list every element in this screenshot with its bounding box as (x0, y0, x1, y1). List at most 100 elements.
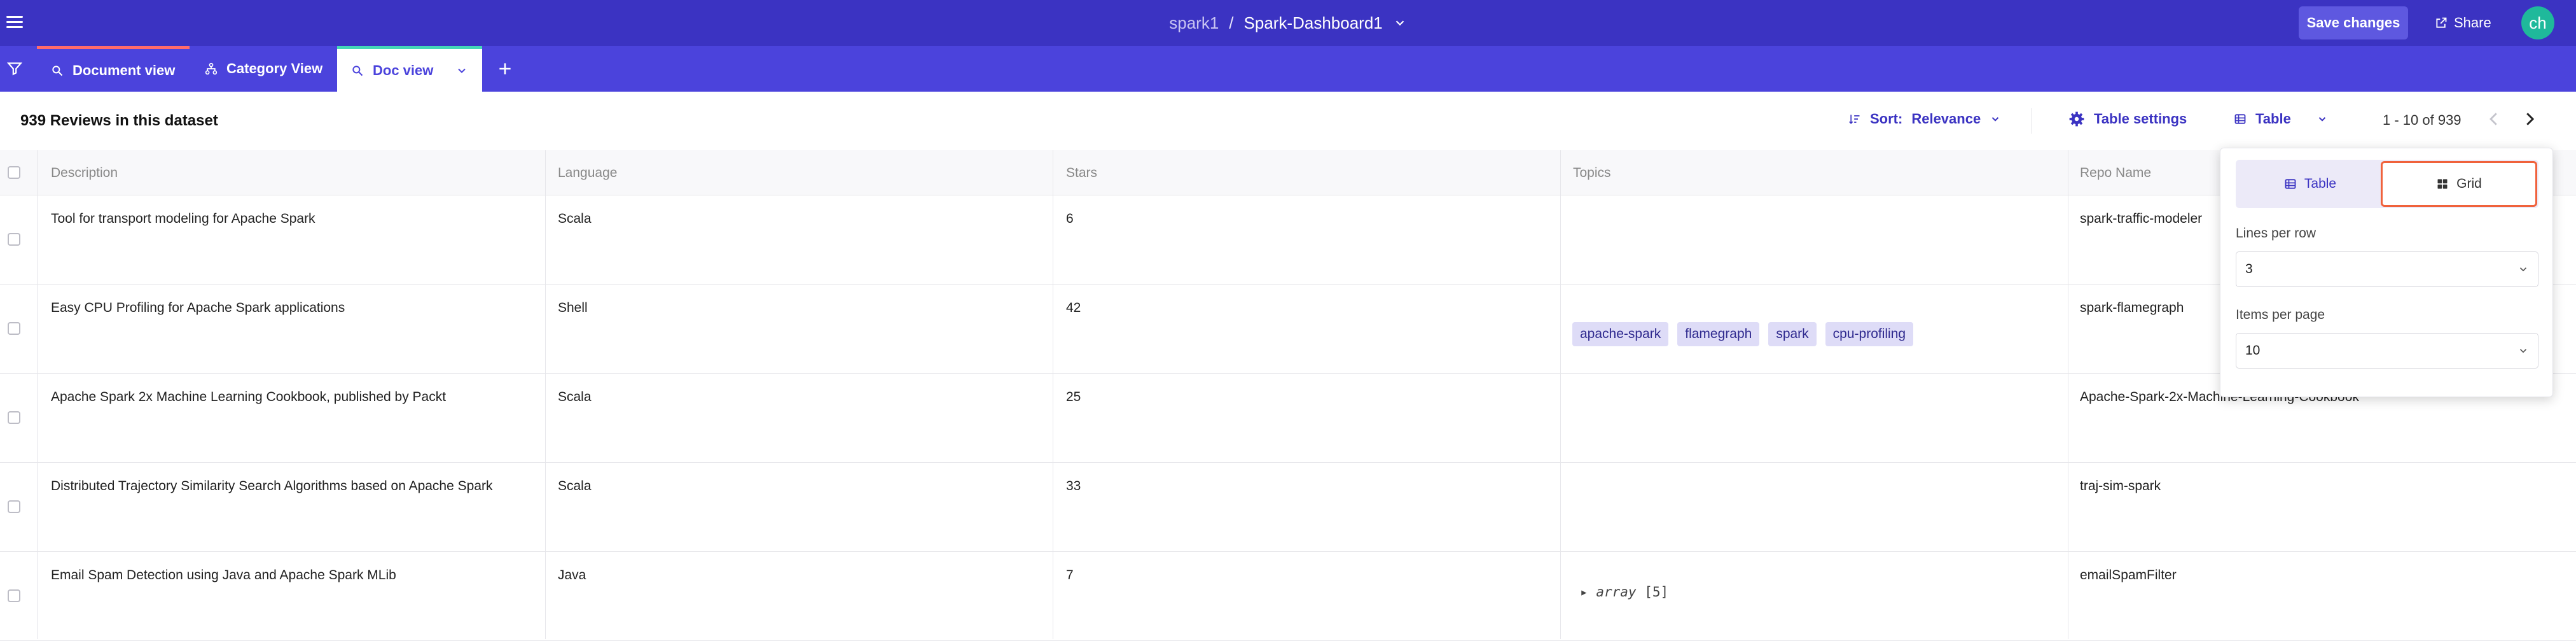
sort-value: Relevance (1911, 111, 1981, 127)
expand-triangle-icon: ▸ (1580, 584, 1588, 600)
table-view-option[interactable]: Table (2236, 160, 2385, 208)
chevron-down-icon (2318, 117, 2326, 122)
save-changes-button[interactable]: Save changes (2299, 6, 2408, 39)
column-header-description[interactable]: Description (51, 166, 118, 181)
topic-tag[interactable]: spark (1768, 322, 1817, 346)
items-per-page-value: 10 (2245, 343, 2261, 358)
stars-cell: 7 (1066, 568, 1074, 582)
view-mode-dropdown[interactable]: Table (2234, 111, 2328, 127)
stars-cell: 6 (1066, 211, 1074, 226)
topic-tag[interactable]: cpu-profiling (1825, 322, 1914, 346)
table-settings-button[interactable]: Table settings (2068, 111, 2187, 127)
table-header: Description Language Stars Topics Repo N… (0, 150, 2576, 195)
pagination-range: 1 - 10 of 939 (2383, 112, 2462, 128)
dashboard-name[interactable]: Spark-Dashboard1 (1244, 13, 1383, 33)
description-cell: Easy CPU Profiling for Apache Spark appl… (51, 300, 345, 315)
row-checkbox[interactable] (8, 589, 20, 602)
chevron-right-icon[interactable] (2520, 109, 2539, 129)
items-per-page-label: Items per page (2236, 307, 2325, 322)
topic-tag[interactable]: flamegraph (1677, 322, 1760, 346)
workspace-name[interactable]: spark1 (1169, 13, 1219, 33)
results-count-title: 939 Reviews in this dataset (20, 112, 218, 129)
repo-name-cell: spark-flamegraph (2080, 300, 2184, 315)
select-all-checkbox[interactable] (8, 166, 20, 179)
table-row[interactable]: Easy CPU Profiling for Apache Spark appl… (0, 284, 2576, 374)
items-per-page-select[interactable]: 10 (2236, 333, 2538, 369)
chevron-down-icon (2519, 267, 2527, 272)
language-cell: Scala (558, 479, 592, 493)
repo-name-cell: emailSpamFilter (2080, 568, 2177, 582)
lines-per-row-value: 3 (2245, 262, 2253, 276)
tab-category-view[interactable]: Category View (191, 46, 336, 92)
stars-cell: 33 (1066, 479, 1081, 493)
avatar[interactable]: ch (2521, 6, 2554, 39)
language-cell: Java (558, 568, 586, 582)
table-row[interactable]: Distributed Trajectory Similarity Search… (0, 462, 2576, 552)
breadcrumb-separator: / (1229, 13, 1234, 32)
topics-array-toggle[interactable]: ▸ array [5] (1580, 584, 1668, 600)
repo-name-cell: traj-sim-spark (2080, 479, 2161, 493)
add-tab-button[interactable] (494, 57, 516, 80)
chevron-down-icon (2519, 349, 2527, 353)
sort-dropdown[interactable]: Sort: Relevance (1848, 111, 2001, 127)
chevron-down-icon[interactable] (1393, 16, 1407, 30)
lines-per-row-label: Lines per row (2236, 226, 2316, 241)
tab-doc-view[interactable]: Doc view (337, 46, 482, 92)
description-cell: Email Spam Detection using Java and Apac… (51, 568, 396, 582)
view-settings-popover: Table Grid Lines per row 3 Items per pag… (2220, 148, 2553, 397)
description-cell: Distributed Trajectory Similarity Search… (51, 479, 493, 493)
grid-option-label: Grid (2456, 176, 2482, 191)
view-mode-toggle: Table Grid (2236, 160, 2538, 208)
chevron-down-icon (1991, 117, 1999, 122)
share-button[interactable]: Share (2435, 9, 2491, 37)
view-mode-label: Table (2255, 111, 2291, 127)
stars-cell: 42 (1066, 300, 1081, 315)
description-cell: Tool for transport modeling for Apache S… (51, 211, 315, 226)
language-cell: Scala (558, 390, 592, 404)
row-checkbox[interactable] (8, 411, 20, 424)
repo-name-cell: spark-traffic-modeler (2080, 211, 2203, 226)
sort-label: Sort: (1870, 111, 1903, 127)
tab-bar: Document view Category View Doc view (0, 46, 2576, 92)
row-checkbox[interactable] (8, 500, 20, 513)
chevron-down-icon[interactable] (455, 64, 468, 77)
description-cell: Apache Spark 2x Machine Learning Cookboo… (51, 390, 447, 404)
column-header-stars[interactable]: Stars (1066, 166, 1097, 181)
array-count: [5] (1644, 584, 1669, 600)
row-checkbox[interactable] (8, 233, 20, 246)
topics-cell: apache-spark flamegraph spark cpu-profil… (1572, 322, 1914, 346)
table-row[interactable]: Tool for transport modeling for Apache S… (0, 195, 2576, 285)
table-row[interactable]: Email Spam Detection using Java and Apac… (0, 551, 2576, 641)
plus-icon (499, 63, 511, 74)
chevron-left-icon[interactable] (2484, 109, 2503, 129)
column-header-repo-name[interactable]: Repo Name (2080, 166, 2151, 181)
search-icon (52, 65, 63, 76)
table-icon (2234, 114, 2246, 124)
table-row[interactable]: Apache Spark 2x Machine Learning Cookboo… (0, 373, 2576, 463)
array-keyword: array (1596, 584, 1637, 600)
top-bar: spark1 / Spark-Dashboard1 Save changes S… (0, 0, 2576, 46)
dashboard-title: spark1 / Spark-Dashboard1 (0, 0, 2576, 46)
results-table: Description Language Stars Topics Repo N… (0, 150, 2576, 641)
column-header-topics[interactable]: Topics (1573, 166, 1611, 181)
language-cell: Shell (558, 300, 588, 315)
results-toolbar: 939 Reviews in this dataset Sort: Releva… (0, 92, 2576, 151)
table-option-label: Table (2304, 176, 2337, 191)
gear-icon (2069, 111, 2084, 127)
column-header-language[interactable]: Language (558, 166, 617, 181)
tab-label: Document view (73, 62, 176, 78)
tab-label: Category View (226, 60, 323, 76)
table-icon (2285, 179, 2296, 189)
grid-view-option[interactable]: Grid (2381, 161, 2537, 207)
row-checkbox[interactable] (8, 322, 20, 335)
grid-icon (2437, 179, 2448, 189)
lines-per-row-select[interactable]: 3 (2236, 251, 2538, 287)
language-cell: Scala (558, 211, 592, 226)
topic-tag[interactable]: apache-spark (1572, 322, 1669, 346)
share-icon (2436, 17, 2447, 28)
tab-document-view[interactable]: Document view (37, 46, 190, 92)
search-icon (352, 65, 363, 76)
share-label: Share (2454, 15, 2491, 31)
table-settings-label: Table settings (2094, 111, 2187, 127)
filter-icon[interactable] (0, 46, 29, 92)
